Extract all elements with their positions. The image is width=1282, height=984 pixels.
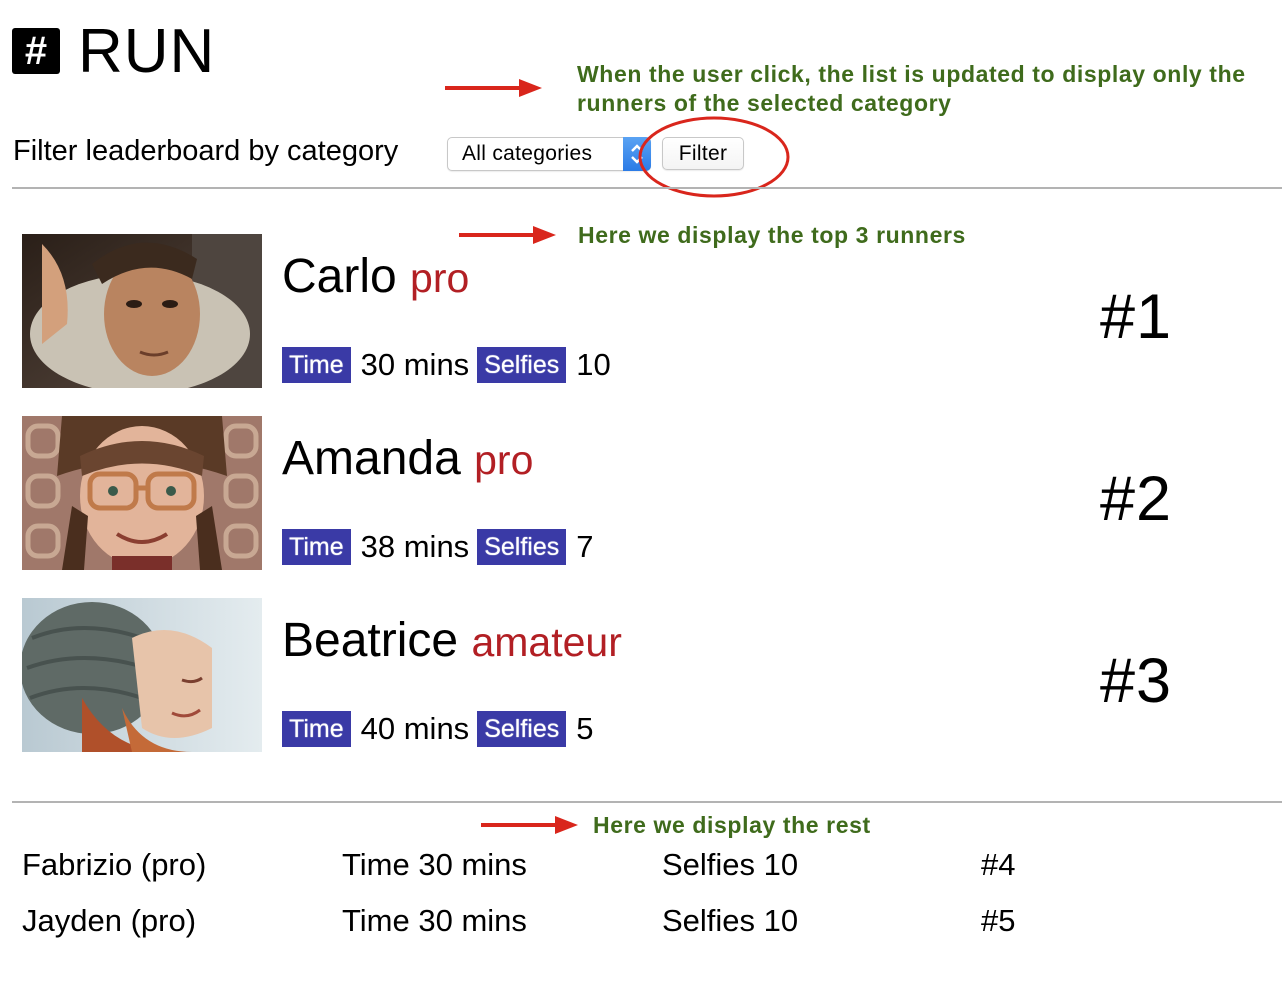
filter-label: Filter leaderboard by category	[13, 135, 399, 167]
hash-logo-icon: #	[12, 28, 60, 74]
runner-rank: #1	[1100, 282, 1173, 352]
annotation-filter-note: When the user click, the list is updated…	[577, 60, 1246, 118]
time-badge: Time	[282, 346, 351, 383]
runner-rank: #3	[1100, 646, 1173, 716]
time-value: 38 mins	[360, 528, 470, 564]
runner-name: Carlo pro	[282, 249, 469, 306]
woman-in-knit-hat-portrait-image	[22, 598, 262, 752]
runner-name-text: Beatrice	[282, 614, 459, 667]
runner-stats: Time 40 mins Selfies 5	[282, 709, 601, 747]
selfies-badge: Selfies	[477, 710, 567, 747]
runner-category: amateur	[471, 619, 622, 665]
runner-photo	[22, 598, 262, 752]
rest-runner-rank: #5	[981, 903, 1016, 938]
time-badge: Time	[282, 710, 351, 747]
app-title: RUN	[78, 17, 216, 86]
rest-runner-name: Jayden (pro)	[22, 903, 197, 938]
annotation-arrow-icon	[481, 816, 578, 834]
rest-runner-name: Fabrizio (pro)	[22, 847, 207, 882]
time-value: 40 mins	[360, 710, 470, 746]
selfies-value: 7	[576, 528, 594, 564]
rest-runner-time: Time 30 mins	[342, 847, 527, 882]
runner-rank: #2	[1100, 464, 1173, 534]
time-badge: Time	[282, 528, 351, 565]
runner-category: pro	[410, 255, 470, 301]
divider	[12, 801, 1282, 803]
selfies-value: 5	[576, 710, 594, 746]
annotation-arrow-icon	[459, 226, 556, 244]
annotation-line: When the user click, the list is updated…	[577, 61, 1246, 87]
divider	[12, 187, 1282, 189]
man-portrait-image	[22, 234, 262, 388]
runner-category: pro	[474, 437, 534, 483]
runner-name-text: Amanda	[282, 432, 461, 485]
selfies-badge: Selfies	[477, 346, 567, 383]
rest-runner-rank: #4	[981, 847, 1016, 882]
annotation-rest-note: Here we display the rest	[593, 812, 871, 838]
annotation-top-note: Here we display the top 3 runners	[578, 222, 966, 248]
rest-runner-selfies: Selfies 10	[662, 903, 799, 938]
category-select-value: All categories	[462, 142, 593, 165]
time-value: 30 mins	[360, 346, 470, 382]
runner-name: Beatrice amateur	[282, 613, 622, 670]
runner-photo	[22, 416, 262, 570]
runner-name: Amanda pro	[282, 431, 533, 488]
rest-runner-selfies: Selfies 10	[662, 847, 799, 882]
annotation-arrow-icon	[445, 79, 542, 97]
category-select[interactable]: All categories	[447, 137, 651, 171]
runner-name-text: Carlo	[282, 250, 397, 303]
runner-stats: Time 38 mins Selfies 7	[282, 527, 601, 565]
selfies-badge: Selfies	[477, 528, 567, 565]
selfies-value: 10	[576, 346, 611, 382]
runner-stats: Time 30 mins Selfies 10	[282, 345, 619, 383]
rest-runner-time: Time 30 mins	[342, 903, 527, 938]
girl-with-glasses-portrait-image	[22, 416, 262, 570]
runner-photo	[22, 234, 262, 388]
